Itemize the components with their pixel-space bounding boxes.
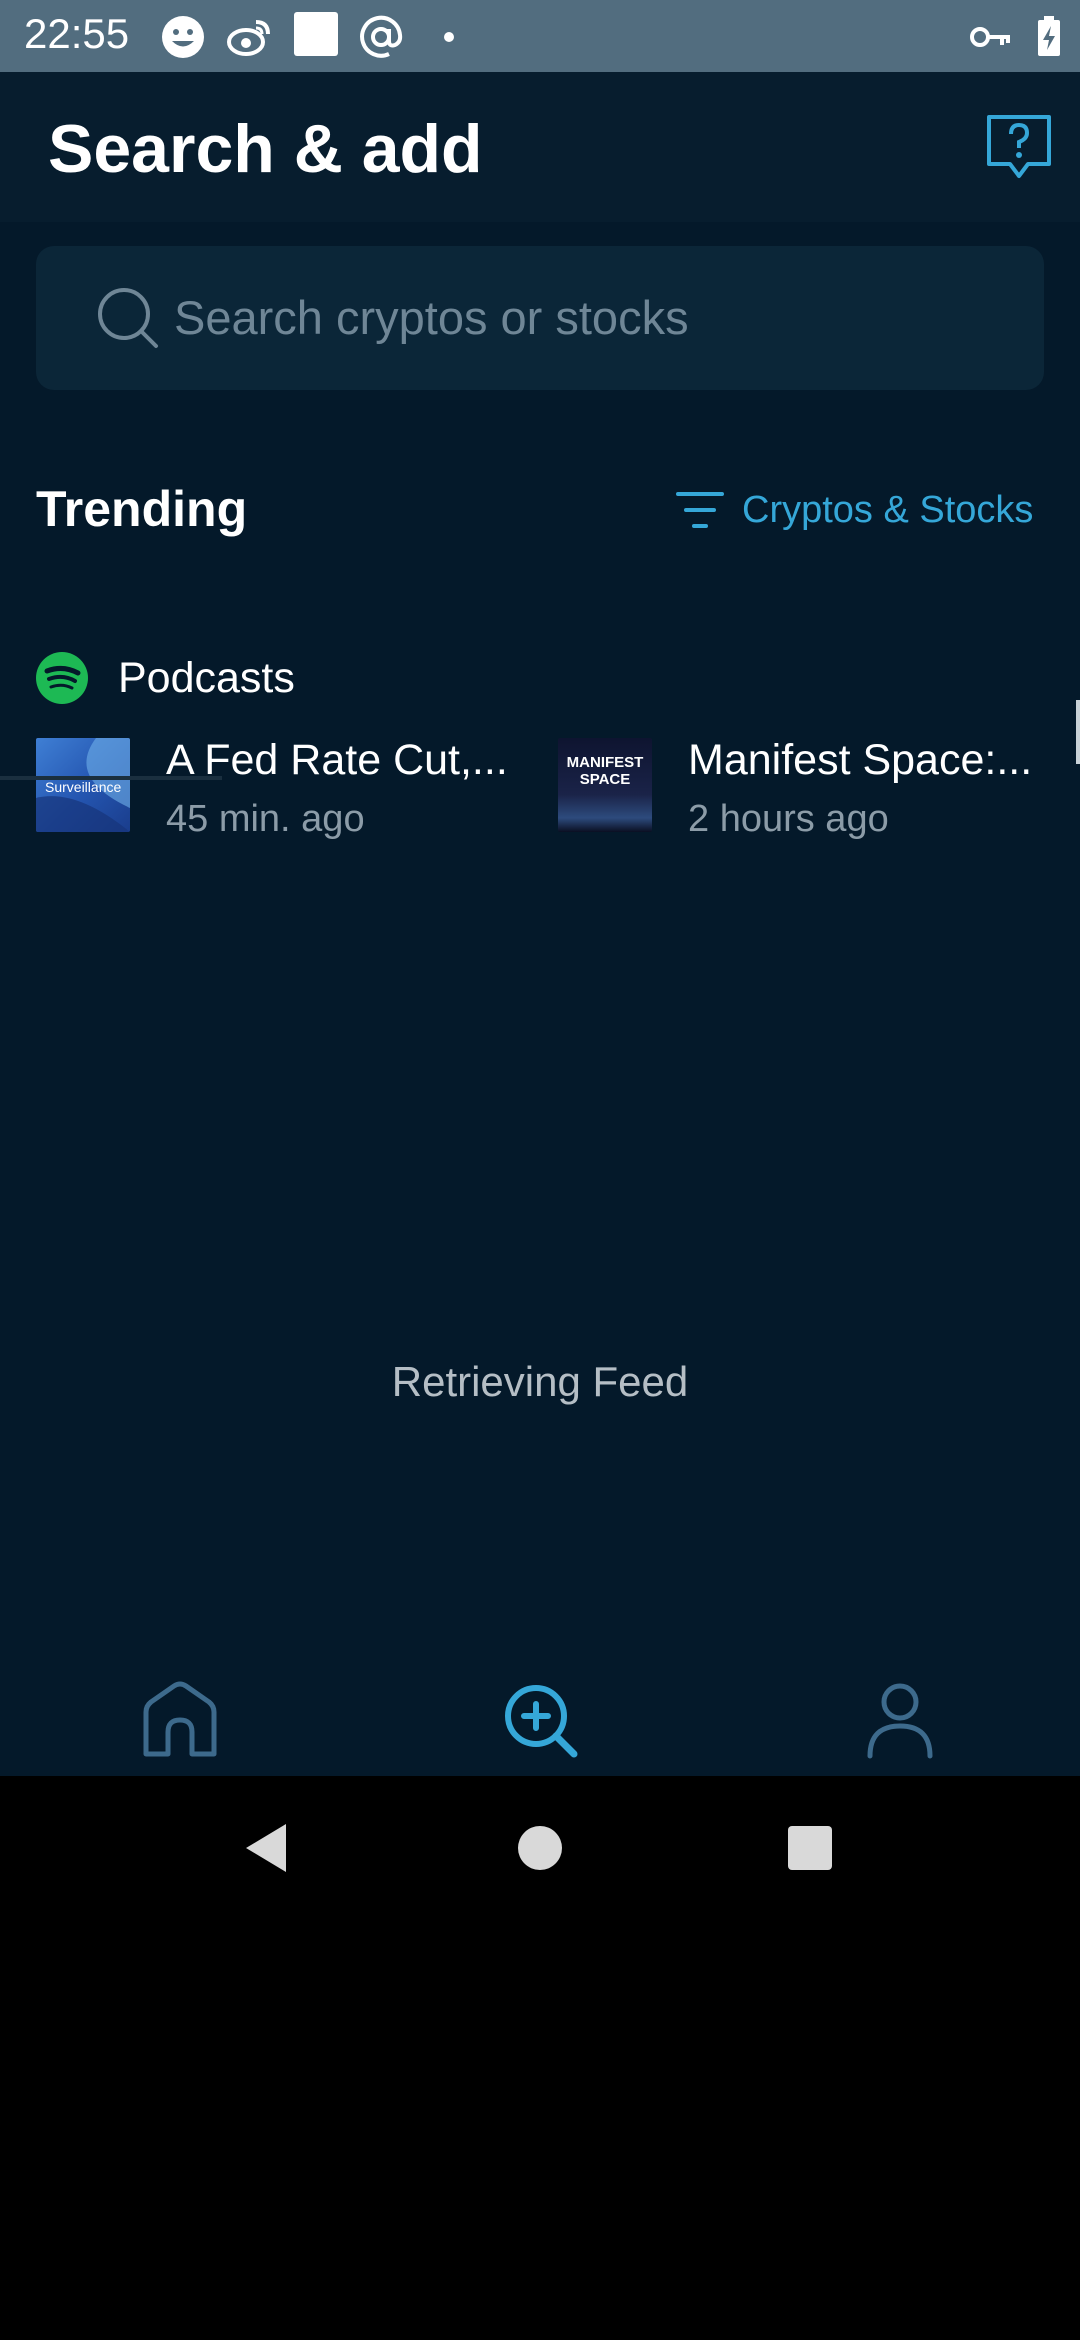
podcast-thumbnail: Surveillance: [36, 738, 130, 832]
home-icon[interactable]: [140, 1680, 220, 1760]
home-circle-icon[interactable]: [510, 1818, 570, 1878]
smiley-icon: [162, 16, 204, 58]
search-placeholder: Search cryptos or stocks: [174, 291, 689, 344]
header: Search & add: [0, 72, 1080, 222]
podcast-card[interactable]: Surveillance A Fed Rate Cut,... 45 min. …: [36, 736, 516, 840]
podcast-time: 45 min. ago: [166, 798, 365, 840]
podcast-title: Manifest Space:...: [688, 736, 1033, 784]
status-time: 22:55: [24, 10, 130, 57]
battery-charging-icon: [1038, 16, 1060, 56]
podcast-time: 2 hours ago: [688, 798, 889, 840]
search-icon: [98, 288, 158, 348]
filter-label: Cryptos & Stocks: [742, 488, 1034, 531]
podcasts-label: Podcasts: [118, 653, 295, 702]
next-card-edge: [1076, 700, 1080, 764]
profile-icon[interactable]: [860, 1680, 940, 1760]
recents-icon[interactable]: [780, 1818, 840, 1878]
podcast-card[interactable]: MANIFEST SPACE Manifest Space:... 2 hour…: [558, 736, 1058, 840]
spotify-icon: [36, 652, 88, 704]
page-title: Search & add: [48, 111, 483, 187]
app-screen: Search & add Search cryptos or stocks Tr…: [0, 72, 1080, 1776]
podcasts-section-header: Podcasts: [36, 650, 295, 706]
square-icon: [294, 12, 338, 56]
search-add-icon[interactable]: [500, 1680, 580, 1760]
horizontal-scroll-indicator: [0, 776, 222, 780]
podcast-thumbnail: MANIFEST SPACE: [558, 738, 652, 832]
vpn-key-icon: [970, 27, 1010, 47]
weibo-icon: [227, 20, 270, 56]
system-navigation-bar: [0, 1776, 1080, 1926]
filter-icon: [676, 492, 724, 528]
search-input[interactable]: Search cryptos or stocks: [36, 246, 1044, 390]
podcast-thumb-text: MANIFEST SPACE: [566, 754, 644, 788]
at-sign-icon: [360, 15, 403, 58]
help-question-icon[interactable]: [986, 114, 1052, 182]
filter-button[interactable]: Cryptos & Stocks: [676, 482, 1033, 538]
back-icon[interactable]: [238, 1818, 298, 1878]
trending-title: Trending: [36, 481, 248, 537]
dot-icon: [444, 32, 454, 42]
status-bar: 22:55: [0, 0, 1080, 72]
podcast-thumb-text: Surveillance: [45, 779, 122, 795]
feed-loading-text: Retrieving Feed: [391, 1358, 689, 1405]
